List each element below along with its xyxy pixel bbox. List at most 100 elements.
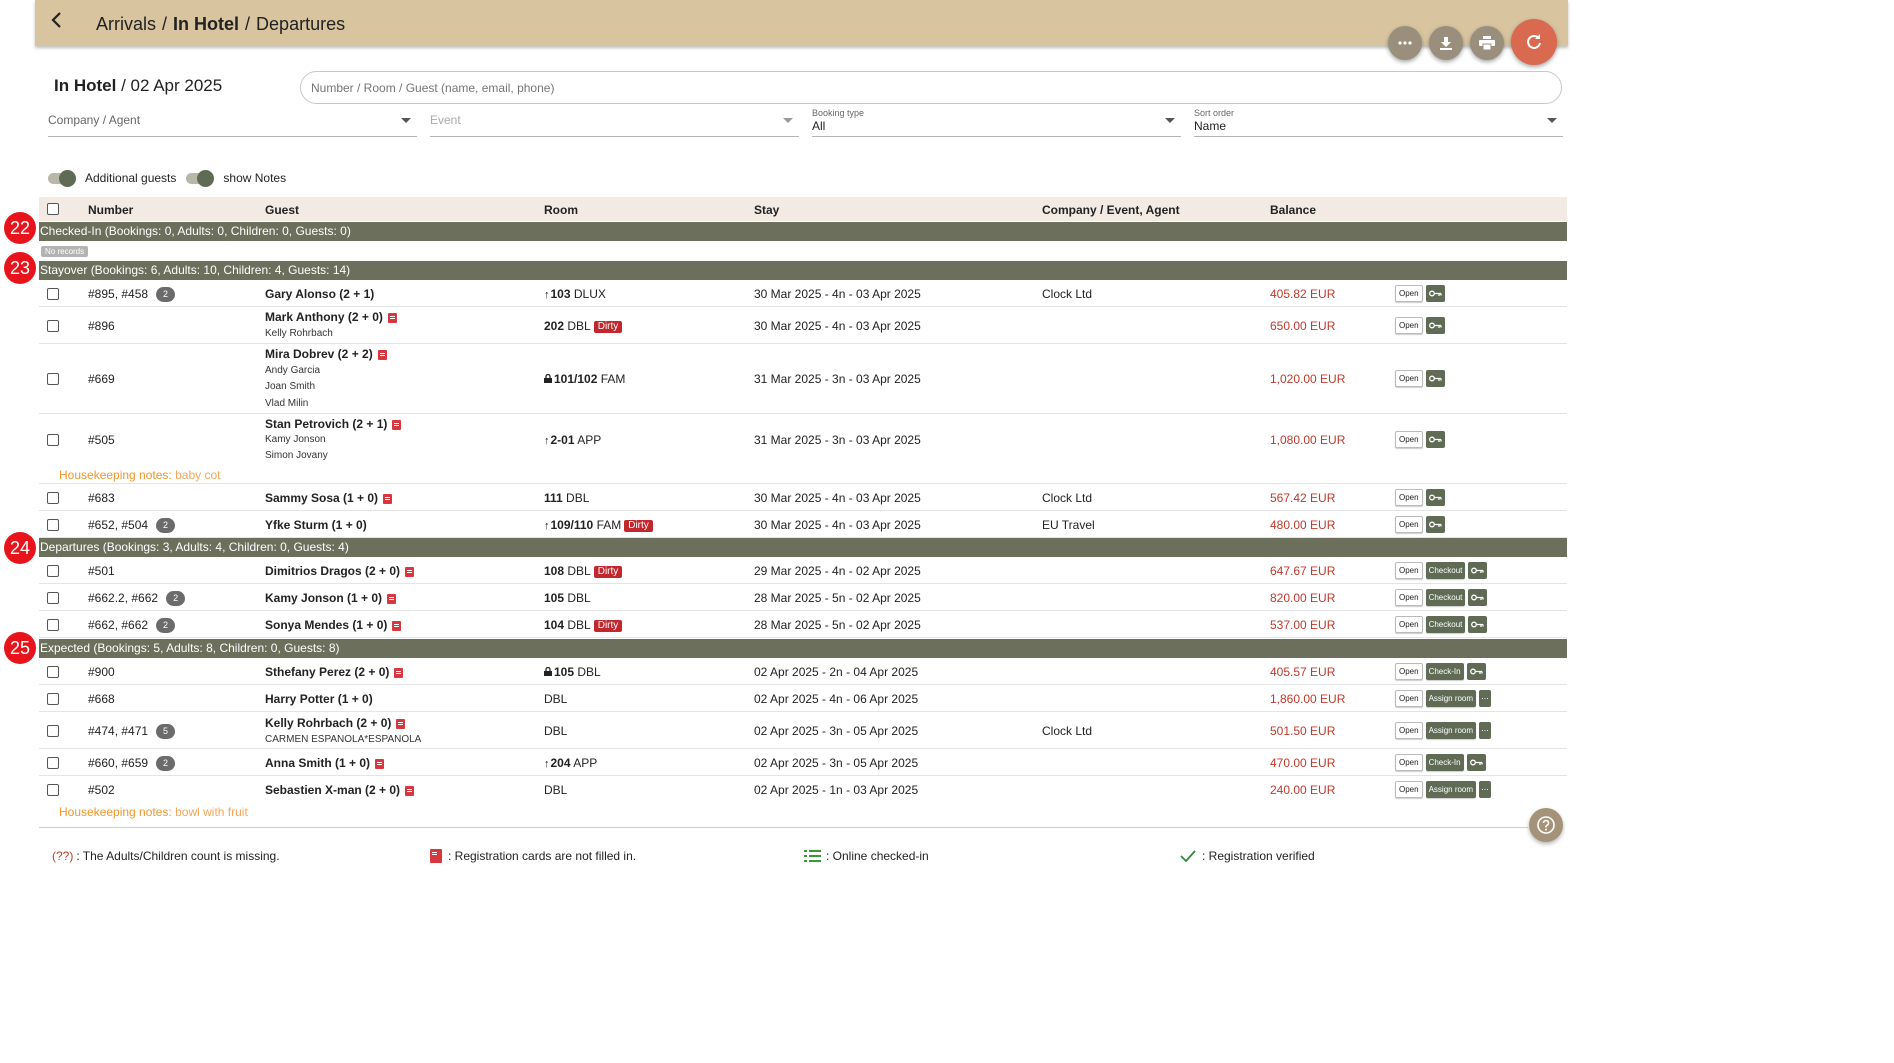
key-button[interactable] — [1468, 562, 1488, 579]
table-row[interactable]: #669 Mira Dobrev (2 + 2) Andy Garcia Joa… — [39, 345, 1567, 414]
checkout-button[interactable]: Checkout — [1425, 589, 1466, 606]
more-options-button[interactable] — [1388, 26, 1422, 60]
table-row[interactable]: #502 Sebastien X-man (2 + 0) DBL 02 Apr … — [39, 777, 1567, 821]
breadcrumb-arrivals[interactable]: Arrivals — [96, 14, 156, 34]
guest-name[interactable]: Sebastien X-man (2 + 0) — [265, 783, 400, 797]
open-button[interactable]: Open — [1395, 285, 1423, 302]
open-button[interactable]: Open — [1395, 663, 1423, 680]
key-button[interactable] — [1425, 317, 1445, 334]
guest-name[interactable]: Sammy Sosa (1 + 0) — [265, 491, 378, 505]
more-button[interactable]: ... — [1479, 781, 1492, 798]
booking-type-select[interactable]: Booking type All — [812, 107, 1181, 137]
open-button[interactable]: Open — [1395, 754, 1423, 771]
guest-name[interactable]: Dimitrios Dragos (2 + 0) — [265, 564, 400, 578]
key-button[interactable] — [1425, 516, 1445, 533]
table-row[interactable]: #662.2, #662 2 Kamy Jonson (1 + 0) 105 DB… — [39, 585, 1567, 611]
assign-room-button[interactable]: Assign room — [1425, 690, 1477, 707]
table-row[interactable]: #501 Dimitrios Dragos (2 + 0) 108 DBL Dir… — [39, 558, 1567, 584]
table-row[interactable]: #668 Harry Potter (1 + 0) DBL 02 Apr 202… — [39, 686, 1567, 712]
table-row[interactable]: #900 Sthefany Perez (2 + 0) 105 DBL 02 A… — [39, 659, 1567, 685]
guest-name[interactable]: Stan Petrovich (2 + 1) — [265, 417, 387, 431]
open-button[interactable]: Open — [1395, 431, 1423, 448]
key-button[interactable] — [1466, 754, 1486, 771]
company-agent-select[interactable]: Company / Agent — [48, 107, 417, 137]
column-company[interactable]: Company / Event, Agent — [1042, 203, 1180, 217]
guest-name[interactable]: Harry Potter (1 + 0) — [265, 692, 373, 706]
select-all-checkbox[interactable] — [47, 203, 59, 215]
checkout-button[interactable]: Checkout — [1425, 616, 1466, 633]
column-guest[interactable]: Guest — [265, 203, 299, 217]
table-row[interactable]: #662, #662 2 Sonya Mendes (1 + 0) 104 DBL… — [39, 612, 1567, 638]
table-row[interactable]: #896 Mark Anthony (2 + 0) Kelly Rohrbach… — [39, 308, 1567, 344]
open-button[interactable]: Open — [1395, 370, 1423, 387]
row-checkbox[interactable] — [47, 693, 59, 705]
assign-room-button[interactable]: Assign room — [1425, 781, 1477, 798]
search-input[interactable] — [300, 71, 1562, 104]
open-button[interactable]: Open — [1395, 781, 1423, 798]
key-button[interactable] — [1468, 589, 1488, 606]
row-checkbox[interactable] — [47, 519, 59, 531]
row-checkbox[interactable] — [47, 592, 59, 604]
table-row[interactable]: #505 Stan Petrovich (2 + 1) Kamy Jonson … — [39, 415, 1567, 484]
assign-room-button[interactable]: Assign room — [1425, 722, 1477, 739]
column-number[interactable]: Number — [88, 203, 133, 217]
checkout-button[interactable]: Checkout — [1425, 562, 1466, 579]
guest-name[interactable]: Gary Alonso (2 + 1) — [265, 287, 374, 301]
key-button[interactable] — [1425, 489, 1445, 506]
table-row[interactable]: #660, #659 2 Anna Smith (1 + 0) ↑204 APP … — [39, 750, 1567, 776]
open-button[interactable]: Open — [1395, 690, 1423, 707]
event-select[interactable]: Event — [430, 107, 799, 137]
open-button[interactable]: Open — [1395, 616, 1423, 633]
row-checkbox[interactable] — [47, 757, 59, 769]
table-row[interactable]: #474, #471 5 Kelly Rohrbach (2 + 0) CARME… — [39, 713, 1567, 749]
guest-name[interactable]: Yfke Sturm (1 + 0) — [265, 518, 367, 532]
key-button[interactable] — [1425, 431, 1445, 448]
guest-name[interactable]: Kamy Jonson (1 + 0) — [265, 591, 382, 605]
key-button[interactable] — [1425, 285, 1445, 302]
row-checkbox[interactable] — [47, 725, 59, 737]
open-button[interactable]: Open — [1395, 516, 1423, 533]
row-checkbox[interactable] — [47, 565, 59, 577]
open-button[interactable]: Open — [1395, 317, 1423, 334]
row-checkbox[interactable] — [47, 320, 59, 332]
column-stay[interactable]: Stay — [754, 203, 779, 217]
key-button[interactable] — [1466, 663, 1486, 680]
open-button[interactable]: Open — [1395, 489, 1423, 506]
guest-name[interactable]: Mira Dobrev (2 + 2) — [265, 347, 373, 361]
refresh-button[interactable] — [1511, 19, 1557, 65]
row-checkbox[interactable] — [47, 373, 59, 385]
checkin-button[interactable]: Check-In — [1425, 754, 1464, 771]
key-button[interactable] — [1468, 616, 1488, 633]
print-button[interactable] — [1470, 26, 1504, 60]
table-row[interactable]: #683 Sammy Sosa (1 + 0) 111 DBL 30 Mar 2… — [39, 485, 1567, 511]
key-button[interactable] — [1425, 370, 1445, 387]
checkin-button[interactable]: Check-In — [1425, 663, 1464, 680]
row-checkbox[interactable] — [47, 288, 59, 300]
row-checkbox[interactable] — [47, 434, 59, 446]
additional-guests-toggle[interactable] — [48, 170, 76, 187]
guest-name[interactable]: Mark Anthony (2 + 0) — [265, 310, 383, 324]
show-notes-toggle[interactable] — [186, 170, 215, 187]
row-checkbox[interactable] — [47, 666, 59, 678]
column-balance[interactable]: Balance — [1270, 203, 1316, 217]
guest-name[interactable]: Anna Smith (1 + 0) — [265, 756, 370, 770]
open-button[interactable]: Open — [1395, 562, 1423, 579]
more-button[interactable]: ... — [1479, 690, 1492, 707]
guest-name[interactable]: Sonya Mendes (1 + 0) — [265, 618, 387, 632]
breadcrumb-departures[interactable]: Departures — [256, 14, 345, 34]
column-room[interactable]: Room — [544, 203, 578, 217]
open-button[interactable]: Open — [1395, 589, 1423, 606]
table-row[interactable]: #652, #504 2 Yfke Sturm (1 + 0) ↑109/110 … — [39, 512, 1567, 538]
more-button[interactable]: ... — [1479, 722, 1492, 739]
back-arrow-icon[interactable] — [49, 10, 69, 34]
help-button[interactable] — [1529, 808, 1563, 842]
download-button[interactable] — [1429, 26, 1463, 60]
row-checkbox[interactable] — [47, 784, 59, 796]
open-button[interactable]: Open — [1395, 722, 1423, 739]
guest-name[interactable]: Kelly Rohrbach (2 + 0) — [265, 716, 391, 730]
guest-name[interactable]: Sthefany Perez (2 + 0) — [265, 665, 389, 679]
row-checkbox[interactable] — [47, 619, 59, 631]
row-checkbox[interactable] — [47, 492, 59, 504]
sort-order-select[interactable]: Sort order Name — [1194, 107, 1563, 137]
table-row[interactable]: #895, #458 2 Gary Alonso (2 + 1) ↑103 DLU… — [39, 281, 1567, 307]
